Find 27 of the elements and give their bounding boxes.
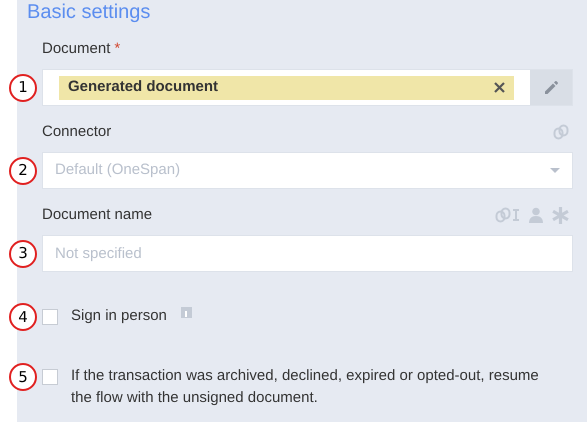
text-cursor-icon[interactable] [512,208,520,222]
callout-number: 1 [9,74,37,102]
callout-number: 4 [9,303,37,331]
asterisk-icon[interactable] [552,206,569,224]
checkbox[interactable] [42,309,58,325]
required-mark: * [114,38,120,59]
section-title: Basic settings [26,0,152,24]
document-chip[interactable]: Generated document [59,76,514,100]
field-label: Connector [42,122,112,142]
callout-number: 3 [9,240,37,268]
pencil-icon [543,80,559,96]
callout-number: 5 [9,363,37,391]
checkbox[interactable] [42,369,58,385]
checkbox-label: Sign in person [71,306,167,326]
field-label: Document name [42,204,152,225]
link-icon[interactable] [495,207,511,223]
info-icon[interactable] [180,307,192,318]
field-label: Document [42,38,110,59]
edit-button[interactable] [530,70,572,105]
callout-number: 2 [9,156,37,184]
checkbox-label: If the transaction was archived, declined, expired or opted-out, resume the flow with the unsigned document. [71,366,540,408]
document-name-field[interactable]: Not specified [42,235,573,272]
link-icon[interactable] [553,124,569,140]
dropdown-caret-icon[interactable] [550,168,560,173]
document-field[interactable]: Generated document [42,69,573,106]
close-icon[interactable] [494,82,505,93]
user-icon[interactable] [528,207,544,223]
